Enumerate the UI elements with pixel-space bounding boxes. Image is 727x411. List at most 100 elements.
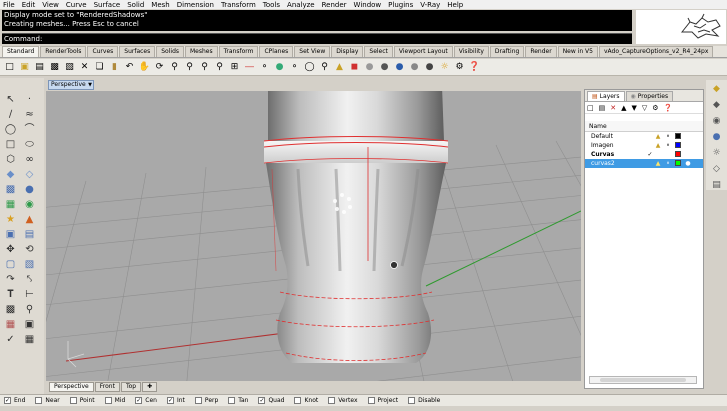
pan-hand-icon[interactable]: ✋ xyxy=(138,61,151,74)
tab-properties[interactable]: ◉ Properties xyxy=(625,91,674,101)
tab-display[interactable]: Display xyxy=(331,46,364,57)
osnap-vertex-checkbox[interactable] xyxy=(328,397,336,404)
osnap-point-checkbox[interactable] xyxy=(69,397,77,404)
array-icon[interactable]: ▤ xyxy=(21,227,38,242)
select-arrow-icon[interactable]: ↖ xyxy=(2,92,19,107)
lock-icon[interactable]: ⚬ xyxy=(665,142,671,149)
trim-icon[interactable]: ↷ xyxy=(2,272,19,287)
polygon-icon[interactable]: ⬡ xyxy=(2,152,19,167)
tab-set-view[interactable]: Set View xyxy=(294,46,331,57)
material-sphere-icon[interactable]: ● xyxy=(378,61,391,74)
osnap-mid[interactable]: Mid xyxy=(104,397,125,404)
save-icon[interactable]: ▤ xyxy=(33,61,46,74)
lightbulb-icon[interactable]: ▲ xyxy=(333,61,346,74)
osnap-perp[interactable]: Perp xyxy=(194,397,218,404)
rendered-sphere-icon[interactable]: ● xyxy=(363,61,376,74)
layer-tools-icon[interactable]: ⚙ xyxy=(652,104,658,112)
box-icon[interactable]: ▩ xyxy=(2,182,19,197)
mirror-icon[interactable]: ▧ xyxy=(21,257,38,272)
lights-panel-icon[interactable]: ☼ xyxy=(712,148,720,159)
scrollbar-thumb[interactable] xyxy=(600,378,686,382)
osnap-near-checkbox[interactable] xyxy=(35,397,43,404)
menu-mesh[interactable]: Mesh xyxy=(151,1,169,9)
new-sublayer-icon[interactable]: ▤ xyxy=(599,104,606,112)
properties-icon[interactable]: ▦ xyxy=(21,332,38,347)
osnap-quad-checkbox[interactable]: ✓ xyxy=(258,397,266,404)
ellipse-icon[interactable]: ⬭ xyxy=(21,137,38,152)
tab-transform[interactable]: Transform xyxy=(218,46,259,57)
point-icon[interactable]: · xyxy=(21,92,38,107)
text-icon[interactable]: 𝐓 xyxy=(2,287,19,302)
copy-icon[interactable]: ❏ xyxy=(93,61,106,74)
lightbulb-icon[interactable]: ▲ xyxy=(655,142,661,149)
layer-color-swatch[interactable] xyxy=(675,151,681,157)
move-down-icon[interactable]: ▼ xyxy=(632,104,637,112)
layers-column-header[interactable]: Name xyxy=(585,121,703,132)
layer-color-swatch[interactable] xyxy=(675,160,681,166)
fire-icon[interactable]: ▲ xyxy=(21,212,38,227)
help-icon[interactable]: ❓ xyxy=(664,104,673,112)
tab-new-in-v5[interactable]: New in V5 xyxy=(557,46,598,57)
menu-tools[interactable]: Tools xyxy=(263,1,280,9)
zoom-extents-icon[interactable]: ⚲ xyxy=(198,61,211,74)
tab-capture-options[interactable]: vAdo_CaptureOptions_v2_R4_24px xyxy=(598,46,714,57)
curve-icon[interactable]: ≈ xyxy=(21,107,38,122)
shadow-icon[interactable]: ● xyxy=(423,61,436,74)
display-panel-icon[interactable]: ◆ xyxy=(713,100,720,111)
menu-curve[interactable]: Curve xyxy=(66,1,87,9)
layer-color-swatch[interactable] xyxy=(675,142,681,148)
tab-render[interactable]: Render xyxy=(525,46,557,57)
lightbulb-icon[interactable]: ▲ xyxy=(655,160,661,167)
scale-icon[interactable]: ▢ xyxy=(2,257,19,272)
layer-row[interactable]: Default ▲ ⚬ xyxy=(585,132,703,141)
properties-panel-icon[interactable]: ◉ xyxy=(713,116,721,127)
import-icon[interactable]: ▧ xyxy=(63,61,76,74)
osnap-int[interactable]: ✓ Int xyxy=(166,397,185,404)
unlock-icon[interactable]: ⚬ xyxy=(665,160,671,167)
rotate-icon[interactable]: ⟲ xyxy=(21,242,38,257)
new-layer-icon[interactable]: □ xyxy=(587,104,594,112)
menu-solid[interactable]: Solid xyxy=(127,1,144,9)
lightbulb-icon[interactable]: ▲ xyxy=(655,133,661,140)
tab-surfaces[interactable]: Surfaces xyxy=(119,46,156,57)
osnap-project-checkbox[interactable] xyxy=(367,397,375,404)
layer-color-swatch[interactable] xyxy=(675,133,681,139)
unlock-icon[interactable]: ⚬ xyxy=(665,133,671,140)
menu-surface[interactable]: Surface xyxy=(94,1,121,9)
osnap-quad[interactable]: ✓ Quad xyxy=(258,397,284,404)
mesh-sphere-icon[interactable]: ◉ xyxy=(21,197,38,212)
osnap-project[interactable]: Project xyxy=(367,397,398,404)
materials-panel-icon[interactable]: ● xyxy=(713,132,721,143)
menu-analyze[interactable]: Analyze xyxy=(287,1,315,9)
tab-solids[interactable]: Solids xyxy=(156,46,184,57)
mesh-icon[interactable]: ▦ xyxy=(2,197,19,212)
zoom-icon[interactable]: ⚲ xyxy=(168,61,181,74)
sun-icon[interactable]: ☼ xyxy=(438,61,451,74)
command-prompt[interactable]: Command: xyxy=(2,33,632,44)
select-window-icon[interactable]: ― xyxy=(243,61,256,74)
layers-panel-icon[interactable]: ◆ xyxy=(713,84,720,95)
boolean-icon[interactable]: ▣ xyxy=(2,227,19,242)
osnap-disable-checkbox[interactable] xyxy=(408,397,416,404)
move-up-icon[interactable]: ▲ xyxy=(621,104,626,112)
sphere-icon[interactable]: ● xyxy=(21,182,38,197)
polyline-icon[interactable]: ∕ xyxy=(2,107,19,122)
osnap-disable[interactable]: Disable xyxy=(408,397,440,404)
tab-rendertools[interactable]: RenderTools xyxy=(40,46,87,57)
tab-layers[interactable]: ▤ Layers xyxy=(587,91,625,101)
osnap-knot[interactable]: Knot xyxy=(294,397,318,404)
dimension-icon[interactable]: ⊢ xyxy=(21,287,38,302)
viewport-tab-top[interactable]: Top xyxy=(120,381,142,392)
block-icon[interactable]: ▣ xyxy=(21,317,38,332)
filter-icon[interactable]: ▽ xyxy=(642,104,647,112)
osnap-int-checkbox[interactable]: ✓ xyxy=(166,397,174,404)
four-view-icon[interactable]: ⊞ xyxy=(228,61,241,74)
rotate-view-icon[interactable]: ⟳ xyxy=(153,61,166,74)
viewport-tab-perspective[interactable]: Perspective xyxy=(49,381,94,392)
environment-icon[interactable]: ● xyxy=(408,61,421,74)
help-icon[interactable]: ❓ xyxy=(468,61,481,74)
osnap-tan-checkbox[interactable] xyxy=(228,397,236,404)
osnap-end-checkbox[interactable]: ✓ xyxy=(4,397,11,404)
layer-row[interactable]: Imagen ▲ ⚬ xyxy=(585,141,703,150)
print-icon[interactable]: ▩ xyxy=(48,61,61,74)
